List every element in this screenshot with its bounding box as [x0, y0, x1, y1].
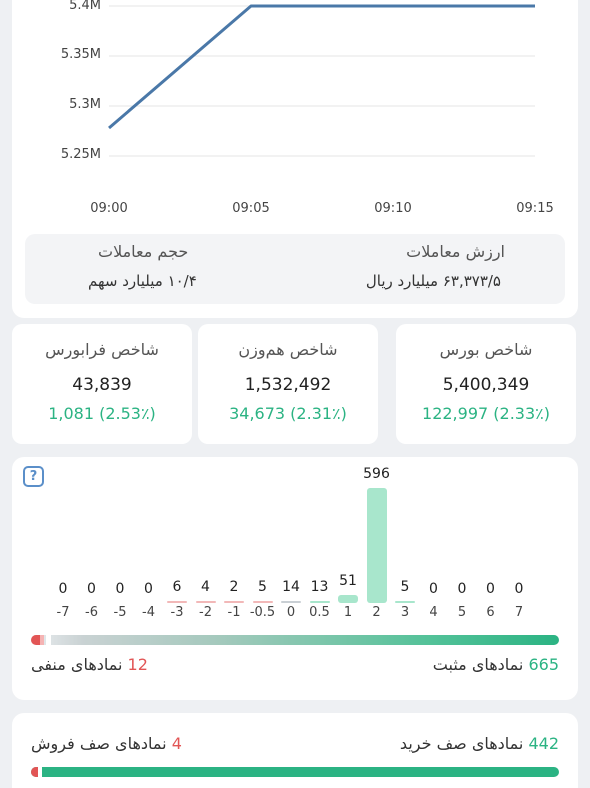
index-change: 34,673 (2.31٪): [229, 404, 347, 423]
bucket-count-label: 2: [229, 579, 239, 595]
bucket-bar[interactable]: [338, 595, 358, 603]
sell-queue-legend: 4 نمادهای صف فروش: [31, 734, 182, 753]
bucket-bar[interactable]: [309, 601, 330, 603]
index-card-bourse[interactable]: شاخص بورس 5,400,349 122,997 (2.33٪): [396, 324, 576, 444]
positive-count: 665: [528, 655, 559, 674]
bucket-bar[interactable]: [195, 601, 216, 603]
bucket-tick-label: 7: [514, 605, 524, 620]
positive-label: نمادهای مثبت: [432, 655, 524, 674]
bucket-count-label: 6: [172, 579, 182, 595]
index-card-farabourse[interactable]: شاخص فرابورس 43,839 1,081 (2.53٪): [12, 324, 192, 444]
bucket-count-label: 51: [339, 573, 357, 589]
bucket-bar[interactable]: [395, 601, 415, 603]
bucket-count-label: 0: [486, 581, 495, 597]
index-title: شاخص بورس: [439, 340, 533, 359]
y-tick-label: 5.4M: [69, 0, 101, 13]
trade-value-title: ارزش معاملات: [406, 242, 505, 261]
buy-queue-label: نمادهای صف خرید: [399, 734, 524, 753]
bucket-count-label: 0: [429, 581, 438, 597]
trade-value: ۶۳,۳۷۳/۵ میلیارد ریال: [365, 272, 501, 290]
index-card-equal-weight[interactable]: شاخص هم‌وزن 1,532,492 34,673 (2.31٪): [198, 324, 378, 444]
bucket-bar[interactable]: [167, 601, 187, 603]
index-title: شاخص هم‌وزن: [238, 340, 338, 359]
bucket-bar[interactable]: [366, 488, 387, 603]
bucket-count-label: 5: [258, 579, 267, 595]
buy-queue-legend: 442 نمادهای صف خرید: [400, 734, 559, 753]
x-tick-label: 09:15: [516, 201, 554, 216]
negative-legend: 12 نمادهای منفی: [31, 655, 148, 674]
bucket-count-label: 0: [144, 581, 153, 597]
bucket-bar[interactable]: [224, 601, 244, 603]
sell-queue-label: نمادهای صف فروش: [31, 734, 167, 753]
bucket-count-label: 13: [310, 579, 329, 595]
bucket-count-label: 14: [282, 579, 300, 595]
index-value: 5,400,349: [442, 375, 530, 395]
buy-queue-count: 442: [528, 734, 559, 753]
queue-bar: [31, 767, 559, 777]
bucket-count-label: 0: [115, 581, 125, 597]
question-mark-icon[interactable]: ?: [23, 466, 44, 487]
negative-label: نمادهای منفی: [31, 655, 123, 674]
positive-legend: 665 نمادهای مثبت: [433, 655, 559, 674]
x-tick-label: 09:10: [374, 201, 412, 216]
positive-negative-bar: [31, 635, 559, 645]
trade-volume-title: حجم معاملات: [98, 242, 189, 261]
bucket-count-label: 596: [363, 466, 390, 482]
index-value: 43,839: [72, 375, 132, 395]
index-change: 122,997 (2.33٪): [422, 404, 550, 423]
bucket-count-label: 0: [87, 581, 96, 597]
bucket-bar[interactable]: [281, 601, 301, 603]
index-change: 1,081 (2.53٪): [48, 404, 156, 423]
sell-queue-count: 4: [171, 734, 182, 753]
index-title: شاخص فرابورس: [45, 340, 159, 359]
bucket-bar[interactable]: [252, 601, 273, 603]
trade-volume: ۱۰/۴ میلیارد سهم: [88, 272, 197, 290]
series-line: [108, 4, 535, 130]
y-tick-label: 5.25M: [60, 147, 101, 162]
trade-summary-box: ارزش معاملات ۶۳,۳۷۳/۵ میلیارد ریال حجم م…: [25, 234, 565, 304]
bucket-count-label: 0: [457, 581, 467, 597]
bucket-count-label: 0: [514, 581, 524, 597]
negative-count: 12: [127, 655, 148, 674]
y-tick-label: 5.3M: [69, 97, 101, 112]
y-tick-label: 5.35M: [60, 47, 101, 62]
x-tick-label: 09:00: [90, 201, 128, 216]
bucket-count-label: 4: [201, 579, 210, 595]
index-value: 1,532,492: [244, 375, 332, 395]
bucket-count-label: 5: [400, 579, 410, 595]
bucket-count-label: 0: [58, 581, 68, 597]
x-tick-label: 09:05: [232, 201, 270, 216]
